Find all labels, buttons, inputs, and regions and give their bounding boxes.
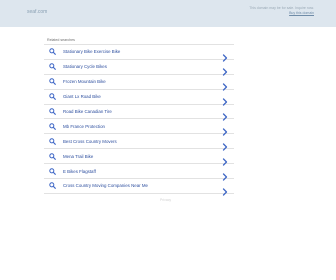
search-icon xyxy=(49,93,61,101)
related-search-item[interactable]: Cross Country Moving Companies Near Me xyxy=(44,179,234,196)
related-search-label: Stationary Bike Exercise Bike xyxy=(63,49,121,55)
related-searches-heading: Related searches xyxy=(47,38,75,42)
top-bar: seaf.com This domain may be for sale. In… xyxy=(0,0,336,27)
related-search-item[interactable]: Mena Trail Bike xyxy=(44,149,234,166)
related-search-item[interactable]: Frozen Mountain Bike xyxy=(44,75,234,91)
related-search-item[interactable]: Best Cross Country Movers xyxy=(44,134,234,151)
domain-name: seaf.com xyxy=(27,9,48,15)
search-icon xyxy=(49,137,61,145)
related-search-label: Mena Trail Bike xyxy=(63,153,94,159)
related-search-item[interactable]: Stationary Cycle Bikes xyxy=(44,60,234,77)
related-search-label: Giant Lx Road Bike xyxy=(63,94,101,100)
related-search-item[interactable]: Stationary Bike Exercise Bike xyxy=(44,45,234,62)
related-search-item[interactable]: E Bikes Flagstaff xyxy=(44,164,234,181)
search-icon xyxy=(49,167,61,175)
sale-notice: This domain may be for sale. Inquire now… xyxy=(232,6,314,15)
related-search-label: Frozen Mountain Bike xyxy=(63,79,106,85)
chevron-right-icon xyxy=(222,49,228,62)
search-icon xyxy=(49,122,61,130)
search-icon xyxy=(49,78,61,86)
related-search-item[interactable]: Road Bike Canadian Tire xyxy=(44,105,234,121)
related-search-label: Best Cross Country Movers xyxy=(63,138,117,144)
search-icon xyxy=(49,48,61,56)
related-search-label: Mb France Protection xyxy=(63,123,105,129)
chevron-right-icon xyxy=(222,93,228,106)
related-search-label: Stationary Cycle Bikes xyxy=(63,64,107,70)
chevron-right-icon xyxy=(222,168,228,181)
related-searches-list: Stationary Bike Exercise Bike Stationary … xyxy=(44,44,234,196)
related-search-item[interactable]: Giant Lx Road Bike xyxy=(44,90,234,106)
related-search-item[interactable]: Mb France Protection xyxy=(44,119,234,136)
search-icon xyxy=(49,182,61,190)
search-icon xyxy=(49,63,61,71)
chevron-right-icon xyxy=(222,123,228,136)
footer-privacy-link[interactable]: Privacy xyxy=(160,198,171,202)
related-search-label: Cross Country Moving Companies Near Me xyxy=(63,183,148,189)
chevron-right-icon xyxy=(222,108,228,121)
related-search-label: Road Bike Canadian Tire xyxy=(63,109,112,114)
chevron-right-icon xyxy=(222,63,228,77)
chevron-right-icon xyxy=(222,78,228,91)
chevron-right-icon xyxy=(222,138,228,151)
buy-domain-link[interactable]: Buy this domain xyxy=(232,11,314,16)
chevron-right-icon xyxy=(222,153,228,166)
search-icon xyxy=(49,108,61,116)
search-icon xyxy=(49,152,61,160)
related-search-label: E Bikes Flagstaff xyxy=(63,168,96,174)
chevron-right-icon xyxy=(222,183,228,196)
